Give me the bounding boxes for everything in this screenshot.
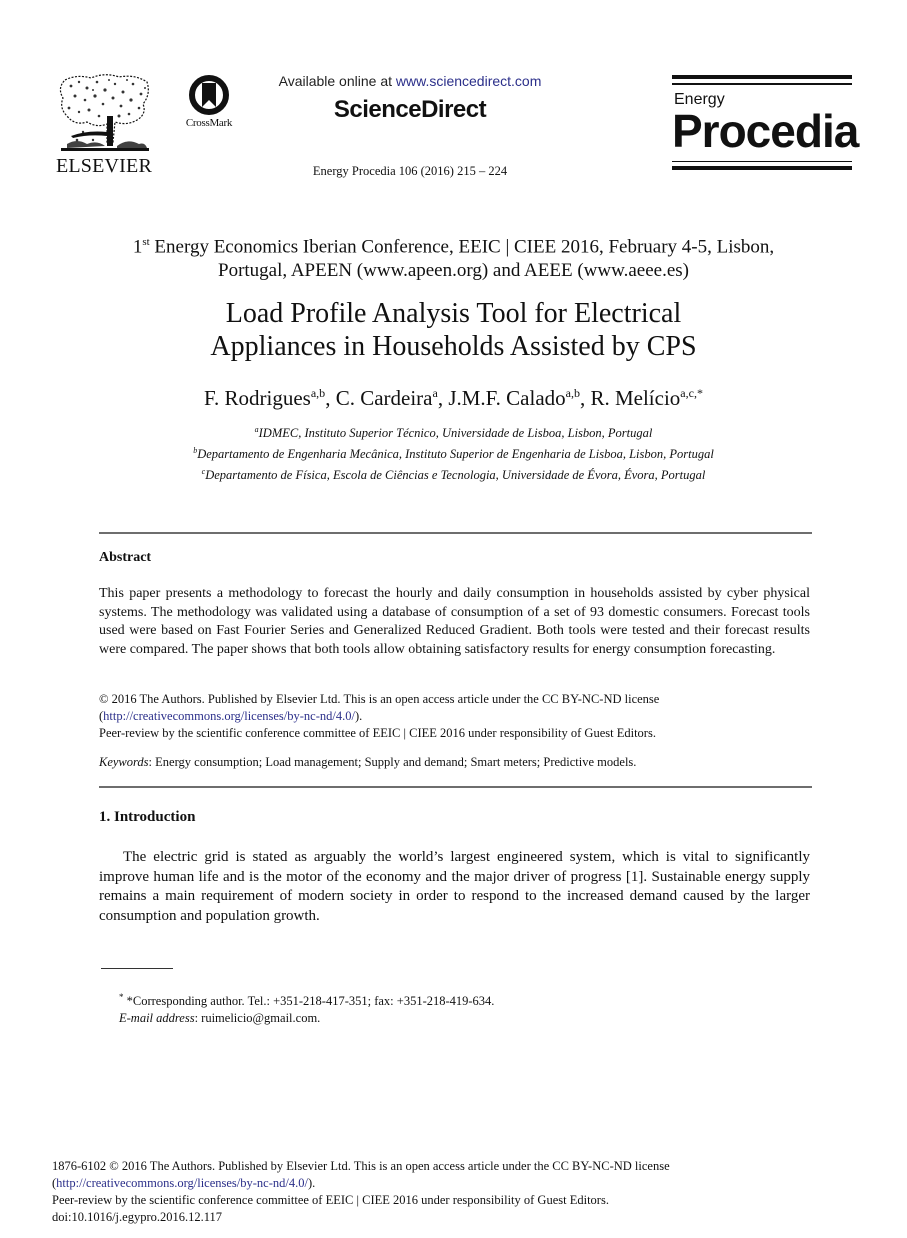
author: C. Cardeiraa, xyxy=(336,386,449,410)
paren-close: ). xyxy=(307,1176,316,1190)
elsevier-wordmark: ELSEVIER xyxy=(55,155,153,177)
section-heading-introduction: 1. Introduction xyxy=(99,809,196,825)
keywords: Keywords: Energy consumption; Load manag… xyxy=(99,755,810,770)
author-name: F. Rodrigues xyxy=(204,386,311,410)
page-footer-meta: 1876-6102 © 2016 The Authors. Published … xyxy=(52,1158,852,1226)
affiliation: cDepartamento de Física, Escola de Ciênc… xyxy=(60,463,847,484)
sciencedirect-link[interactable]: www.sciencedirect.com xyxy=(396,73,542,89)
affiliation: aIDMEC, Instituto Superior Técnico, Univ… xyxy=(60,421,847,442)
elsevier-tree-icon xyxy=(59,74,149,151)
sciencedirect-logo[interactable]: ScienceDirect xyxy=(240,96,580,124)
conference-line2: Portugal, APEEN (www.apeen.org) and AEEE… xyxy=(218,260,689,282)
keywords-label: Keywords xyxy=(99,755,149,769)
title-line-1: Load Profile Analysis Tool for Electrica… xyxy=(225,298,682,329)
email-line: E-mail address: ruimelicio@gmail.com. xyxy=(119,1010,719,1027)
title-line-2: Appliances in Households Assisted by CPS xyxy=(210,331,697,362)
author: F. Rodriguesa,b, xyxy=(204,386,336,410)
email-label: E-mail address xyxy=(119,1011,195,1026)
logo-rule xyxy=(672,166,852,170)
affiliation-text: Departamento de Física, Escola de Ciênci… xyxy=(205,468,706,483)
issn-license: 1876-6102 © 2016 The Authors. Published … xyxy=(52,1159,670,1173)
footer-license-link[interactable]: http://creativecommons.org/licenses/by-n… xyxy=(56,1176,308,1190)
email-value: : ruimelicio@gmail.com. xyxy=(194,1011,321,1026)
peer-review-statement: Peer-review by the scientific conference… xyxy=(99,726,656,740)
abstract-body: This paper presents a methodology to for… xyxy=(99,586,810,657)
crossmark-icon xyxy=(189,75,229,115)
footer-peer-review: Peer-review by the scientific conference… xyxy=(52,1193,609,1207)
conference-ordinal-suffix: st xyxy=(142,236,150,248)
author-separator: , xyxy=(437,386,449,410)
conference-line1: Energy Economics Iberian Conference, EEI… xyxy=(149,236,775,258)
author-name: C. Cardeira xyxy=(335,386,433,410)
footnote: * *Corresponding author. Tel.: +351-218-… xyxy=(119,989,719,1027)
author-separator: , xyxy=(579,386,591,410)
corresponding-author: * *Corresponding author. Tel.: +351-218-… xyxy=(119,989,719,1010)
affiliation-text: IDMEC, Instituto Superior Técnico, Unive… xyxy=(258,426,653,441)
author-affiliation-mark: a,b xyxy=(310,386,326,400)
license-link[interactable]: http://creativecommons.org/licenses/by-n… xyxy=(103,709,355,723)
footnote-rule xyxy=(101,968,173,969)
conference-ordinal: 1 xyxy=(132,236,143,258)
corresponding-author-text: *Corresponding author. Tel.: +351-218-41… xyxy=(123,994,495,1009)
affiliation-list: aIDMEC, Instituto Superior Técnico, Univ… xyxy=(60,421,847,484)
procedia-main-word: Procedia xyxy=(672,104,859,157)
keywords-list: : Energy consumption; Load management; S… xyxy=(148,755,637,769)
crossmark-badge[interactable]: CrossMark xyxy=(176,74,242,134)
journal-reference: Energy Procedia 106 (2016) 215 – 224 xyxy=(312,164,508,178)
author-list: F. Rodriguesa,b, C. Cardeiraa, J.M.F. Ca… xyxy=(60,380,847,411)
author: R. Melícioa,c,* xyxy=(590,386,702,410)
license-link-line: (http://creativecommons.org/licenses/by-… xyxy=(99,708,810,725)
author-affiliation-mark: a,c,* xyxy=(680,386,703,400)
conference-info: 1st Energy Economics Iberian Conference,… xyxy=(60,230,847,283)
introduction-paragraph: The electric grid is stated as arguably … xyxy=(99,849,810,924)
license-statement: © 2016 The Authors. Published by Elsevie… xyxy=(99,692,660,706)
affiliation: bDepartamento de Engenharia Mecânica, In… xyxy=(60,442,847,463)
license-block: © 2016 The Authors. Published by Elsevie… xyxy=(99,691,810,742)
author-name: J.M.F. Calado xyxy=(448,386,566,410)
abstract-top-rule xyxy=(99,532,812,534)
abstract-heading: Abstract xyxy=(99,550,152,565)
author-separator: , xyxy=(325,386,336,410)
abstract-bottom-rule xyxy=(99,786,812,788)
crossmark-label: CrossMark xyxy=(185,117,233,129)
available-prefix: Available online at xyxy=(278,73,396,89)
available-online: Available online at www.sciencedirect.co… xyxy=(240,73,580,89)
energy-procedia-logo[interactable]: Energy Procedia xyxy=(672,75,859,177)
logo-rule xyxy=(672,83,852,85)
footer-license-link-line: (http://creativecommons.org/licenses/by-… xyxy=(52,1175,852,1192)
author-name: R. Melício xyxy=(590,386,681,410)
affiliation-text: Departamento de Engenharia Mecânica, Ins… xyxy=(197,447,714,462)
paper-title: Load Profile Analysis Tool for Electrica… xyxy=(60,297,847,363)
logo-rule xyxy=(672,75,852,79)
author: J.M.F. Caladoa,b, xyxy=(448,386,590,410)
paren-close: ). xyxy=(354,709,363,723)
elsevier-logo[interactable]: ELSEVIER xyxy=(55,72,153,180)
doi[interactable]: doi:10.1016/j.egypro.2016.12.117 xyxy=(52,1209,852,1226)
author-affiliation-mark: a,b xyxy=(565,386,580,400)
logo-rule xyxy=(672,160,852,162)
